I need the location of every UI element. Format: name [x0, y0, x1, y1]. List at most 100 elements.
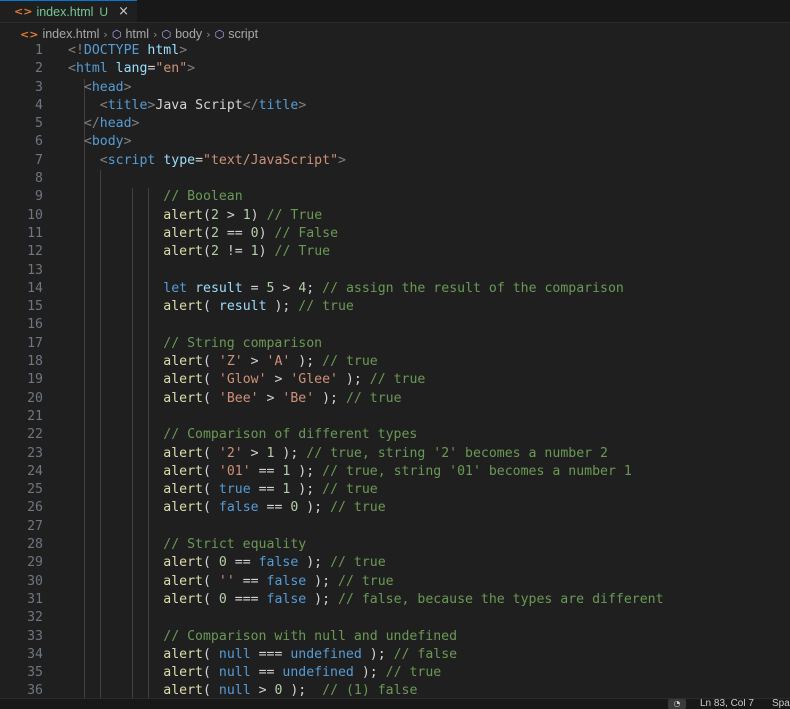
- code-line[interactable]: 2 <html lang="en">: [0, 60, 790, 78]
- code-line[interactable]: 30 alert( '' == false ); // true: [0, 572, 790, 591]
- code-token: "text/JavaScript": [203, 152, 339, 168]
- code-line[interactable]: 19 alert( 'Glow' > 'Glee' ); // true: [0, 371, 790, 390]
- code-token: 1: [242, 207, 251, 223]
- code-token: <: [83, 134, 92, 150]
- code-editor[interactable]: 1 <!DOCTYPE html> 2 <html lang="en"> 3 <head…: [0, 42, 790, 698]
- code-token: (: [202, 390, 219, 406]
- code-line[interactable]: 26 alert( false == 0 ); // true: [0, 499, 790, 518]
- line-number: 3: [35, 79, 43, 95]
- code-token: (: [202, 555, 219, 571]
- indent-guide: [99, 517, 101, 537]
- code-line[interactable]: 25 alert( true == 1 ); // true: [0, 481, 790, 500]
- code-token: // Boolean: [163, 189, 243, 205]
- code-line[interactable]: 29 alert( 0 == false ); // true: [0, 554, 790, 573]
- code-text: alert( 0 === false ); // false, because …: [68, 591, 663, 609]
- code-token: );: [274, 445, 307, 461]
- code-text: alert( 0 == false ); // true: [68, 554, 385, 572]
- code-line[interactable]: 13: [0, 261, 790, 280]
- code-line[interactable]: 28 // Strict equality: [0, 536, 790, 555]
- code-token: DOCTYPE: [83, 43, 140, 58]
- code-token: (: [202, 591, 219, 607]
- code-line[interactable]: 11 alert(2 == 0) // False: [0, 224, 790, 244]
- code-text: // Boolean: [68, 188, 243, 206]
- chevron-right-icon: ›: [153, 27, 158, 41]
- code-line[interactable]: 14 let result = 5 > 4; // assign the res…: [0, 279, 790, 299]
- code-token: 'Glee': [290, 372, 338, 388]
- line-number: 25: [27, 482, 43, 498]
- code-line[interactable]: 33 // Comparison with null and undefined: [0, 627, 790, 646]
- indent-guide: [99, 261, 101, 280]
- line-number: 26: [27, 500, 43, 516]
- code-token: <: [99, 97, 108, 113]
- code-line[interactable]: 24 alert( '01' == 1 ); // true, string '…: [0, 462, 790, 482]
- close-icon[interactable]: ×: [118, 4, 129, 19]
- breadcrumb-item-script[interactable]: ⬡ script: [215, 27, 258, 41]
- code-line[interactable]: 35 alert( null == undefined ); // true: [0, 664, 790, 683]
- code-line[interactable]: 31 alert( 0 === false ); // false, becau…: [0, 590, 790, 610]
- code-line[interactable]: 22 // Comparison of different types: [0, 426, 790, 445]
- code-line[interactable]: 20 alert( 'Bee' > 'Be' ); // true: [0, 389, 790, 408]
- code-line[interactable]: 6 <body>: [0, 133, 790, 152]
- code-token: // assign the result of the comparison: [322, 280, 624, 296]
- code-line[interactable]: 34 alert( null === undefined ); // false: [0, 645, 790, 665]
- code-token: // true: [322, 482, 378, 498]
- tab-label: index.html: [36, 4, 94, 19]
- code-text: <script type="text/JavaScript">: [68, 152, 346, 170]
- code-token: 0: [250, 225, 259, 241]
- code-text: alert( '' == false ); // true: [68, 573, 393, 591]
- code-token: ;: [306, 280, 323, 296]
- code-line[interactable]: 32: [0, 609, 790, 628]
- code-line[interactable]: 9 // Boolean: [0, 188, 790, 207]
- code-line[interactable]: 12 alert(2 != 1) // True: [0, 243, 790, 262]
- code-token: (: [202, 207, 211, 223]
- indent-guide: [83, 261, 85, 280]
- code-line[interactable]: 17 // String comparison: [0, 334, 790, 354]
- code-line[interactable]: 15 alert( result ); // true: [0, 298, 790, 317]
- code-line[interactable]: 27: [0, 517, 790, 537]
- code-text: alert( false == 0 ); // true: [68, 499, 385, 517]
- code-token: head: [91, 79, 124, 95]
- line-number: 13: [27, 262, 43, 278]
- line-number: 1: [35, 43, 43, 58]
- code-token: </: [242, 97, 259, 113]
- code-text: <head>: [68, 79, 132, 97]
- code-token: false: [218, 500, 259, 516]
- code-line[interactable]: 3 <head>: [0, 78, 790, 97]
- code-line[interactable]: 7 <script type="text/JavaScript">: [0, 151, 790, 171]
- code-line[interactable]: 1 <!DOCTYPE html>: [0, 42, 790, 60]
- breadcrumb-item-body[interactable]: ⬡ body: [161, 27, 202, 41]
- line-number: 15: [27, 299, 43, 315]
- code-token: ==: [250, 482, 283, 498]
- code-line[interactable]: 10 alert(2 > 1) // True: [0, 206, 790, 225]
- line-number: 5: [35, 116, 43, 132]
- breadcrumb-item-html[interactable]: ⬡ html: [112, 27, 149, 41]
- code-text: alert(2 > 1) // True: [68, 207, 322, 225]
- code-token: // False: [274, 225, 339, 241]
- code-line[interactable]: 5 </head>: [0, 115, 790, 134]
- breadcrumb-item-file[interactable]: <> index.html: [20, 27, 99, 41]
- code-line[interactable]: 4 <title>Java Script</title>: [0, 96, 790, 116]
- indent-guide: [83, 316, 85, 335]
- code-token: '2': [218, 445, 243, 461]
- line-number: 6: [35, 134, 43, 150]
- tab-index-html[interactable]: <> index.html U ×: [0, 0, 137, 22]
- code-line[interactable]: 21: [0, 407, 790, 427]
- code-text: <title>Java Script</title>: [68, 97, 307, 115]
- code-token: title: [107, 97, 148, 113]
- code-token: );: [298, 500, 331, 516]
- code-line[interactable]: 8: [0, 170, 790, 189]
- indent-guide: [147, 407, 149, 427]
- code-token: (: [202, 482, 219, 498]
- code-line[interactable]: 18 alert( 'Z' > 'A' ); // true: [0, 353, 790, 372]
- line-number: 7: [35, 152, 43, 168]
- code-token: alert: [163, 500, 203, 516]
- code-line[interactable]: 36 alert( null > 0 ); // (1) false: [0, 682, 790, 698]
- line-number: 21: [27, 408, 43, 424]
- code-line[interactable]: 16: [0, 316, 790, 335]
- code-line[interactable]: 23 alert( '2' > 1 ); // true, string '2'…: [0, 444, 790, 463]
